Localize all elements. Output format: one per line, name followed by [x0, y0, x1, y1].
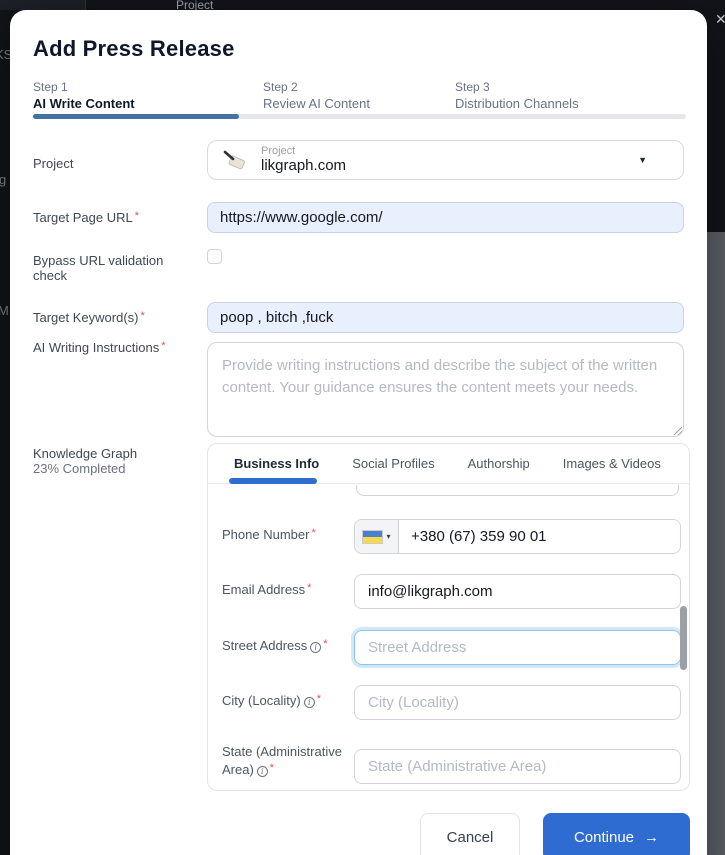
step-number: Step 3 [455, 80, 579, 94]
step-2-review-ai-content[interactable]: Step 2 Review AI Content [263, 80, 370, 111]
phone-label: Phone Number* [222, 526, 348, 544]
step-3-distribution-channels[interactable]: Step 3 Distribution Channels [455, 80, 579, 111]
knowledge-graph-label: Knowledge Graph 23% Completed [33, 446, 205, 477]
background-right-panel [707, 232, 725, 855]
required-marker: * [307, 582, 311, 594]
inner-scrollbar-thumb[interactable] [680, 606, 687, 670]
target-url-label: Target Page URL* [33, 210, 205, 225]
continue-button[interactable]: Continue → [543, 813, 690, 855]
project-favicon-brush-icon [222, 148, 248, 172]
business-info-scroll-area[interactable]: Phone Number* ▾ Email Address* Street Ad… [208, 485, 689, 791]
email-input[interactable] [354, 574, 681, 609]
required-marker: * [311, 527, 315, 539]
background-sidebar-fragment: g [0, 172, 6, 187]
required-marker: * [135, 210, 139, 222]
country-flag-selector[interactable]: ▾ [355, 520, 399, 553]
cancel-button[interactable]: Cancel [420, 813, 520, 855]
step-1-ai-write-content[interactable]: Step 1 AI Write Content [33, 80, 135, 111]
background-topleft-panel [0, 0, 86, 10]
wizard-progress-fill [33, 114, 239, 119]
required-marker: * [161, 340, 165, 352]
target-keywords-input[interactable] [207, 302, 684, 333]
info-icon[interactable]: i [304, 697, 315, 708]
background-topbar: Project [0, 0, 725, 10]
page-title: Add Press Release [33, 36, 235, 62]
chevron-down-icon: ▼ [638, 155, 647, 165]
continue-button-label: Continue [574, 829, 634, 846]
step-number: Step 2 [263, 80, 370, 94]
background-sidebar-fragment: M [0, 303, 9, 318]
project-select[interactable]: Project likgraph.com ▼ [207, 140, 684, 180]
email-label: Email Address* [222, 581, 348, 599]
street-address-input[interactable] [354, 630, 681, 665]
project-select-caption: Project [261, 145, 638, 157]
required-marker: * [140, 310, 144, 322]
close-icon[interactable]: ✕ [715, 11, 725, 28]
ukraine-flag-icon [362, 530, 383, 544]
arrow-right-icon: → [644, 829, 659, 846]
tab-images-videos[interactable]: Images & Videos [563, 456, 661, 471]
step-number: Step 1 [33, 80, 135, 94]
street-address-label: Street Addressi* [222, 637, 348, 655]
step-label: AI Write Content [33, 96, 135, 111]
step-label: Review AI Content [263, 96, 370, 111]
background-project-label: Project [176, 0, 213, 10]
target-keywords-label: Target Keyword(s)* [33, 310, 205, 325]
bypass-validation-checkbox[interactable] [207, 249, 222, 264]
tab-social-profiles[interactable]: Social Profiles [352, 456, 434, 471]
tab-business-info[interactable]: Business Info [234, 456, 319, 471]
active-tab-underline [229, 478, 317, 484]
clipped-scrolled-input[interactable] [356, 485, 679, 496]
ai-instructions-label: AI Writing Instructions* [33, 340, 205, 355]
knowledge-graph-status: 23% Completed [33, 461, 126, 476]
state-input[interactable] [354, 749, 681, 784]
ai-instructions-textarea[interactable] [207, 342, 684, 437]
project-label: Project [33, 156, 205, 171]
knowledge-graph-tabs: Business Info Social Profiles Authorship… [208, 444, 689, 484]
state-label: State (Administrative Area)i* [222, 743, 348, 778]
required-marker: * [317, 693, 321, 705]
project-select-value: likgraph.com [261, 158, 638, 175]
bypass-validation-label: Bypass URL validation check [33, 253, 173, 284]
city-label: City (Locality)i* [222, 692, 348, 710]
step-label: Distribution Channels [455, 96, 579, 111]
add-press-release-modal: Add Press Release Step 1 AI Write Conten… [10, 10, 707, 855]
target-url-input[interactable] [207, 202, 684, 233]
flag-caret-icon: ▾ [386, 532, 390, 541]
phone-input[interactable] [399, 520, 680, 553]
required-marker: * [270, 762, 274, 774]
wizard-progress-bar [33, 114, 686, 119]
tab-authorship[interactable]: Authorship [468, 456, 530, 471]
knowledge-graph-card: Business Info Social Profiles Authorship… [207, 443, 690, 791]
required-marker: * [323, 638, 327, 650]
city-input[interactable] [354, 685, 681, 720]
phone-input-group: ▾ [354, 519, 681, 554]
info-icon[interactable]: i [310, 642, 321, 653]
info-icon[interactable]: i [257, 766, 268, 777]
